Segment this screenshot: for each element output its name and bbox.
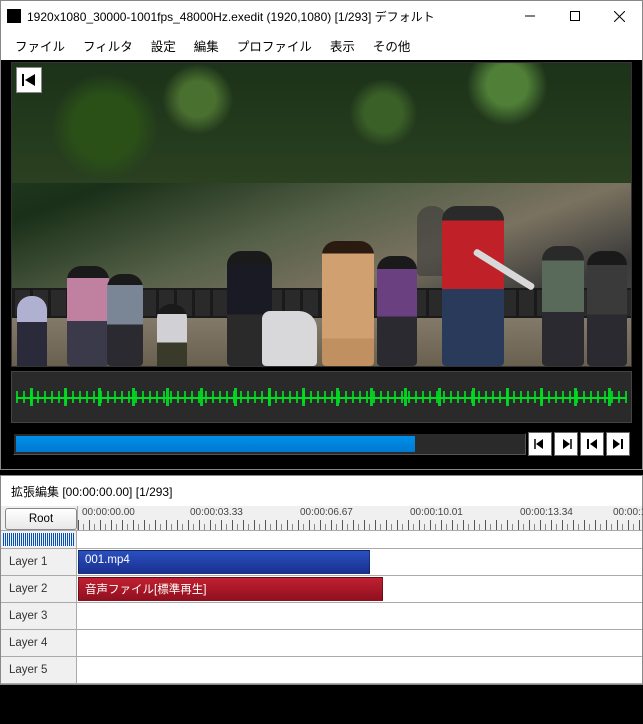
timeline-titlebar[interactable]: 拡張編集 [00:00:00.00] [1/293] — [1, 476, 642, 506]
ruler-tick: 00:00:06.67 — [300, 507, 353, 518]
ruler-tick: 00:00:03.33 — [190, 507, 243, 518]
timeline-window: 拡張編集 [00:00:00.00] [1/293] Root 00:00:00… — [0, 475, 643, 685]
layer-label[interactable]: Layer 5 — [1, 657, 77, 683]
goto-start-button[interactable] — [16, 67, 42, 93]
layer-label[interactable]: Layer 2 — [1, 576, 77, 602]
menu-settings[interactable]: 設定 — [143, 33, 184, 58]
window-title: 1920x1080_30000-1001fps_48000Hz.exedit (… — [27, 8, 507, 25]
layer-track[interactable]: 音声ファイル[標準再生] — [77, 576, 642, 602]
prev-frame-button[interactable] — [528, 432, 552, 456]
playback-controls — [11, 423, 632, 463]
menu-other[interactable]: その他 — [365, 33, 419, 58]
video-preview[interactable] — [11, 62, 632, 367]
layer-track[interactable]: 001.mp4 — [77, 549, 642, 575]
audio-waveform[interactable] — [11, 371, 632, 423]
layer-label[interactable]: Layer 4 — [1, 630, 77, 656]
ruler-tick: 00:00:16. — [613, 507, 643, 518]
menu-view[interactable]: 表示 — [322, 33, 363, 58]
maximize-button[interactable] — [552, 1, 597, 31]
menubar: ファイル フィルタ 設定 編集 プロファイル 表示 その他 — [1, 31, 642, 60]
ruler-tick: 00:00:13.34 — [520, 507, 573, 518]
timeline-title: 拡張編集 [00:00:00.00] [1/293] — [7, 483, 642, 500]
layer-row-5[interactable]: Layer 5 — [1, 657, 642, 684]
video-clip[interactable]: 001.mp4 — [78, 550, 370, 574]
menu-profile[interactable]: プロファイル — [229, 33, 320, 58]
seek-bar[interactable] — [13, 433, 526, 455]
layer-track[interactable] — [77, 657, 642, 683]
ruler-tick: 00:00:00.00 — [82, 507, 135, 518]
menu-file[interactable]: ファイル — [7, 33, 73, 58]
goto-first-button[interactable] — [580, 432, 604, 456]
layer-row-4[interactable]: Layer 4 — [1, 630, 642, 657]
layer-row-2[interactable]: Layer 2 音声ファイル[標準再生] — [1, 576, 642, 603]
layer-label[interactable]: Layer 1 — [1, 549, 77, 575]
menu-edit[interactable]: 編集 — [186, 33, 227, 58]
time-ruler[interactable]: 00:00:00.00 00:00:03.33 00:00:06.67 00:0… — [77, 506, 642, 530]
main-window: 1920x1080_30000-1001fps_48000Hz.exedit (… — [0, 0, 643, 470]
root-button[interactable]: Root — [5, 508, 77, 530]
overview-row[interactable] — [1, 531, 642, 549]
layer-row-1[interactable]: Layer 1 001.mp4 — [1, 549, 642, 576]
close-button[interactable] — [597, 1, 642, 31]
layer-row-3[interactable]: Layer 3 — [1, 603, 642, 630]
layer-track[interactable] — [77, 603, 642, 629]
layer-track[interactable] — [77, 630, 642, 656]
minimize-button[interactable] — [507, 1, 552, 31]
menu-filter[interactable]: フィルタ — [75, 33, 141, 58]
goto-last-button[interactable] — [606, 432, 630, 456]
titlebar[interactable]: 1920x1080_30000-1001fps_48000Hz.exedit (… — [1, 1, 642, 31]
ruler-tick: 00:00:10.01 — [410, 507, 463, 518]
app-icon — [7, 9, 21, 23]
next-frame-button[interactable] — [554, 432, 578, 456]
layer-label[interactable]: Layer 3 — [1, 603, 77, 629]
audio-clip[interactable]: 音声ファイル[標準再生] — [78, 577, 383, 601]
